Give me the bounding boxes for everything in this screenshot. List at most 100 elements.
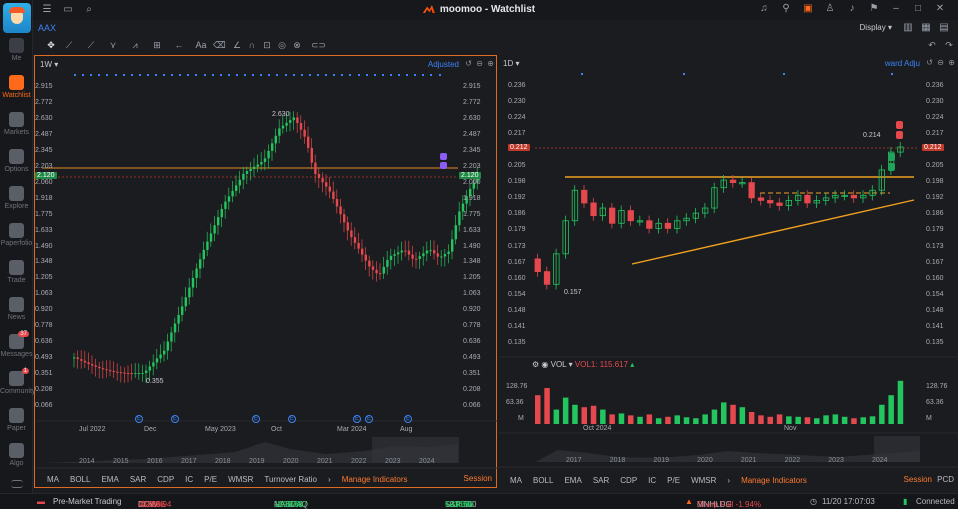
candle[interactable] — [101, 368, 105, 370]
minimize-icon[interactable]: – — [890, 3, 902, 15]
candle[interactable] — [238, 179, 241, 186]
candle[interactable] — [231, 190, 234, 197]
candle[interactable] — [137, 373, 141, 375]
candle[interactable] — [317, 174, 321, 179]
volume-bar[interactable] — [748, 412, 755, 424]
candle[interactable] — [397, 252, 400, 255]
volume-bar[interactable] — [888, 395, 894, 424]
event-dot[interactable] — [228, 74, 230, 76]
candle[interactable] — [350, 230, 353, 238]
candle[interactable] — [364, 254, 367, 261]
volume-bar[interactable] — [776, 414, 783, 424]
volume-bar[interactable] — [628, 415, 634, 424]
event-dot[interactable] — [195, 74, 197, 76]
volume-bar[interactable] — [767, 416, 774, 424]
bell-icon[interactable]: ♪ — [846, 3, 858, 15]
event-dot[interactable] — [147, 74, 149, 76]
candle[interactable] — [245, 171, 249, 174]
candle[interactable] — [534, 258, 541, 273]
event-dot[interactable] — [317, 74, 319, 76]
candle[interactable] — [425, 250, 429, 254]
candle[interactable] — [646, 220, 653, 229]
candle[interactable] — [543, 271, 551, 285]
indicator-tab[interactable]: MA — [47, 475, 59, 484]
sidebar-item-algo[interactable]: Algo — [0, 443, 33, 467]
volume-bar[interactable] — [572, 404, 578, 424]
event-dot[interactable] — [341, 74, 343, 76]
event-dot[interactable] — [90, 74, 92, 76]
candle[interactable] — [213, 225, 216, 234]
candle[interactable] — [328, 186, 331, 192]
candle[interactable] — [776, 202, 783, 206]
trendline-icon[interactable]: ⟋ — [63, 39, 75, 51]
event-dot[interactable] — [439, 74, 441, 76]
candle[interactable] — [422, 253, 425, 257]
candle[interactable] — [379, 273, 382, 275]
volume-bar[interactable] — [535, 395, 541, 424]
candle[interactable] — [339, 206, 342, 215]
candle[interactable] — [145, 370, 148, 373]
candle[interactable] — [155, 358, 159, 363]
candle[interactable] — [368, 260, 371, 267]
volume-bar[interactable] — [721, 402, 727, 424]
volume-bar[interactable] — [730, 404, 736, 424]
volume-bar[interactable] — [786, 416, 792, 424]
volume-bar[interactable] — [823, 415, 829, 424]
earnings-marker[interactable]: E — [353, 415, 361, 423]
event-dot[interactable] — [106, 74, 108, 76]
layout-icon[interactable]: ▥ — [902, 22, 914, 34]
event-dot[interactable] — [398, 74, 400, 76]
event-dot[interactable] — [374, 74, 376, 76]
candle[interactable] — [177, 314, 180, 324]
indicator-tab[interactable]: BOLL — [70, 475, 90, 484]
candle[interactable] — [220, 208, 223, 218]
sidebar-item-paperfolio[interactable]: Paperfolio — [0, 223, 33, 247]
indicator-tab[interactable]: EMA — [101, 475, 118, 484]
sell-marker[interactable] — [896, 131, 903, 139]
candle[interactable] — [116, 371, 119, 373]
event-dot[interactable] — [293, 74, 295, 76]
earnings-marker[interactable]: E — [288, 415, 296, 423]
indicator-tab[interactable]: SAR — [593, 476, 609, 485]
candle[interactable] — [343, 214, 346, 223]
candle[interactable] — [303, 129, 306, 137]
layout-grid-icon[interactable]: ▤ — [938, 22, 950, 34]
event-dot[interactable] — [155, 74, 157, 76]
lock-icon[interactable]: ⚲ — [780, 3, 792, 15]
candle[interactable] — [757, 197, 765, 201]
volume-bar[interactable] — [693, 418, 699, 424]
candle[interactable] — [249, 169, 252, 172]
lock-drawing-icon[interactable]: ⊡ — [261, 39, 273, 51]
candle[interactable] — [321, 178, 324, 183]
event-dot[interactable] — [171, 74, 173, 76]
settings-icon[interactable]: ⚙ — [532, 360, 539, 369]
session-link[interactable]: Session — [904, 475, 932, 484]
candle[interactable] — [209, 233, 213, 242]
fibonacci-icon[interactable]: ⊞ — [151, 39, 163, 51]
candle[interactable] — [141, 372, 144, 374]
candle[interactable] — [296, 117, 299, 124]
event-dot[interactable] — [581, 73, 583, 75]
candle[interactable] — [91, 364, 94, 366]
candle[interactable] — [299, 123, 303, 130]
event-dot[interactable] — [414, 74, 416, 76]
volume-bar[interactable] — [832, 414, 839, 424]
event-dot[interactable] — [783, 73, 785, 75]
candle[interactable] — [112, 371, 115, 373]
candle[interactable] — [98, 366, 101, 369]
earnings-marker[interactable]: E — [365, 415, 373, 423]
candle[interactable] — [590, 202, 597, 217]
earnings-marker[interactable]: E — [135, 415, 143, 423]
indicator-tab[interactable]: CDP — [157, 475, 174, 484]
candle[interactable] — [227, 196, 231, 202]
event-dot[interactable] — [212, 74, 214, 76]
session-link[interactable]: Session — [464, 474, 492, 483]
sidebar-menu-button[interactable] — [0, 480, 33, 490]
candle[interactable] — [386, 260, 389, 267]
channel-icon[interactable]: ⟋ — [85, 39, 97, 51]
candle[interactable] — [195, 268, 198, 279]
candle[interactable] — [224, 201, 227, 209]
candle[interactable] — [289, 120, 292, 123]
buy-marker[interactable] — [888, 163, 895, 171]
volume-bar[interactable] — [711, 409, 718, 424]
